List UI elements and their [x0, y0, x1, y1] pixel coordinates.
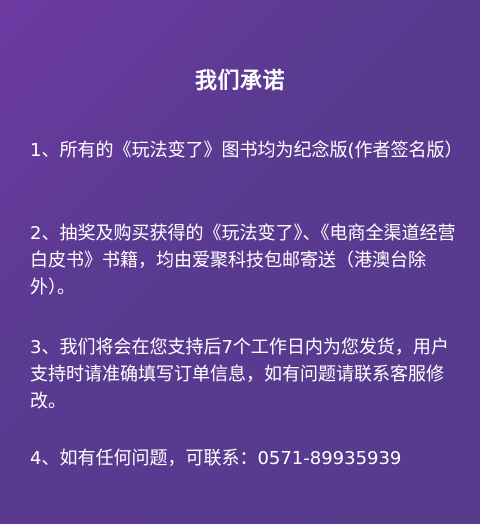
- promise-item-1: 1、所有的《玩法变了》图书均为纪念版(作者签名版）: [30, 140, 463, 161]
- promise-item-4: 4、如有任何问题，可联系：0571-89935939: [30, 448, 402, 469]
- promise-item-3: 3、我们将会在您支持后7个工作日内为您发货，用户支持时请准确填写订单信息，如有问…: [30, 337, 449, 412]
- page-title: 我们承诺: [194, 69, 285, 94]
- promise-panel: 我们承诺 1、所有的《玩法变了》图书均为纪念版(作者签名版） 2、抽奖及购买获得…: [0, 0, 480, 524]
- promise-item-2: 2、抽奖及购买获得的《玩法变了》、《电商全渠道经营白皮书》书籍，均由爱聚科技包邮…: [30, 223, 456, 298]
